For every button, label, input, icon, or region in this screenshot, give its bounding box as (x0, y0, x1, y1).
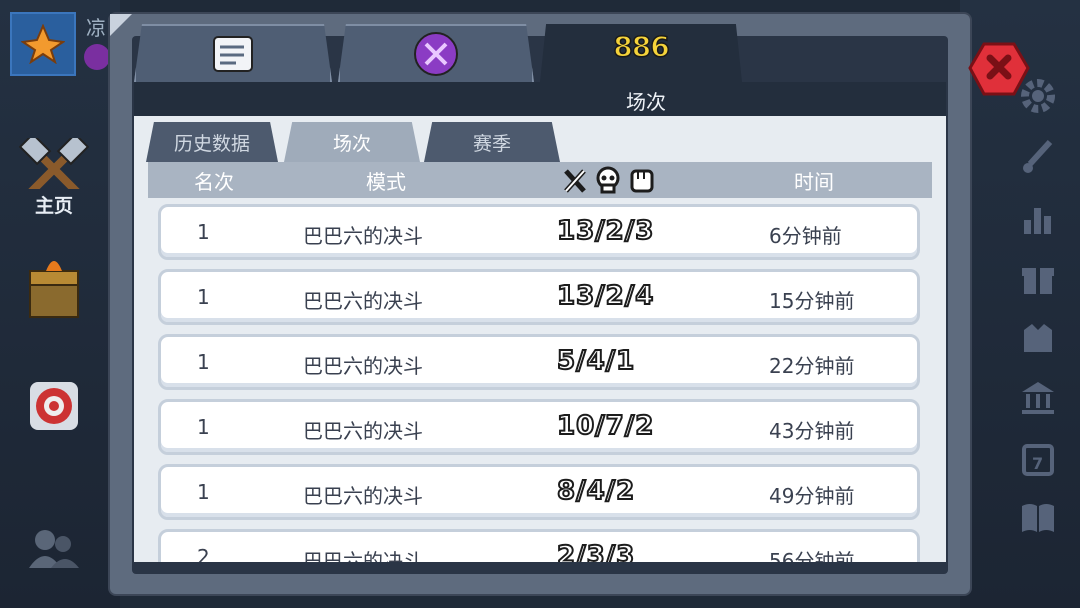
header-mode: 模式 (366, 170, 406, 194)
purple-shield-icon (414, 32, 458, 76)
table-row[interactable]: 1 巴巴六的决斗 10/7/2 43分钟前 (158, 399, 920, 455)
tab-matches[interactable]: 886 (540, 24, 742, 82)
row-time: 15分钟前 (769, 289, 855, 313)
brush-icon (1023, 139, 1053, 173)
crossed-hammers-icon (19, 138, 89, 189)
row-mode: 巴巴六的决斗 (303, 289, 423, 313)
subtab-season-label: 赛季 (472, 132, 511, 155)
panel-corner-decoration (110, 14, 132, 36)
row-kda: 8/4/2 (556, 475, 636, 507)
bank-icon (1022, 382, 1054, 414)
header-rank: 名次 (194, 170, 234, 194)
subtab-history[interactable]: 历史数据 (146, 122, 278, 162)
helmet-icon (1024, 324, 1052, 352)
row-rank: 2 (197, 545, 210, 562)
gift-icon (1022, 268, 1054, 294)
close-button[interactable] (968, 42, 1030, 98)
row-kda: 10/7/2 (556, 410, 655, 442)
subtab-season[interactable]: 赛季 (424, 122, 560, 162)
row-time: 49分钟前 (769, 484, 855, 508)
svg-text:7: 7 (1032, 454, 1043, 473)
clan-button[interactable] (1016, 316, 1060, 360)
row-kda: 5/4/1 (556, 345, 636, 377)
close-icon (968, 42, 1030, 96)
table-row[interactable]: 1 巴巴六的决斗 8/4/2 49分钟前 (158, 464, 920, 520)
nav-chest[interactable] (14, 248, 94, 328)
nav-home[interactable]: 主页 (14, 138, 94, 218)
customize-button[interactable] (1016, 134, 1060, 178)
tab-ranked[interactable] (338, 24, 534, 82)
avatar-emblem-icon (21, 24, 65, 64)
bank-button[interactable] (1016, 376, 1060, 420)
table-row[interactable]: 1 巴巴六的决斗 5/4/1 22分钟前 (158, 334, 920, 390)
match-list-area: 历史数据 场次 赛季 名次 模式 时间 1 巴巴六的决斗 13/2/3 6分钟前… (134, 116, 946, 562)
book-icon (1022, 504, 1054, 532)
scroll-icon (213, 36, 253, 72)
target-icon (30, 382, 78, 430)
row-kda: 13/2/4 (556, 280, 655, 312)
row-rank: 1 (197, 480, 210, 504)
axes-icon (564, 169, 586, 193)
page-title: 场次 (626, 90, 666, 114)
row-mode: 巴巴六的决斗 (303, 224, 423, 248)
table-row[interactable]: 1 巴巴六的决斗 13/2/4 15分钟前 (158, 269, 920, 325)
gift-button[interactable] (1016, 256, 1060, 300)
nav-home-label: 主页 (34, 195, 73, 217)
row-rank: 1 (197, 415, 210, 439)
row-mode: 巴巴六的决斗 (303, 354, 423, 378)
row-time: 6分钟前 (769, 224, 842, 248)
treasure-chest-icon (29, 261, 79, 318)
calendar-icon: 7 (1022, 444, 1054, 476)
player-badge-icon (84, 44, 110, 70)
player-avatar[interactable] (10, 12, 76, 76)
subtab-matches[interactable]: 场次 (284, 122, 420, 162)
row-rank: 1 (197, 285, 210, 309)
player-name: 凉 (86, 16, 106, 40)
kda-icons (564, 166, 654, 194)
row-mode: 巴巴六的决斗 (303, 549, 423, 562)
row-kda: 2/3/3 (556, 540, 636, 562)
subtab-matches-label: 场次 (332, 132, 371, 155)
row-time: 43分钟前 (769, 419, 855, 443)
table-row[interactable]: 2 巴巴六的决斗 2/3/3 56分钟前 (158, 529, 920, 562)
stats-button[interactable] (1016, 196, 1060, 240)
skull-icon (596, 166, 620, 194)
calendar-button[interactable]: 7 (1016, 436, 1060, 480)
bar-chart-icon (1024, 208, 1051, 234)
panel-title-bar: 场次 (134, 82, 946, 116)
fist-icon (630, 169, 654, 193)
friends-icon (29, 530, 79, 568)
row-mode: 巴巴六的决斗 (303, 419, 423, 443)
book-button[interactable] (1016, 496, 1060, 540)
subtab-history-label: 历史数据 (173, 132, 250, 155)
table-row[interactable]: 1 巴巴六的决斗 13/2/3 6分钟前 (158, 204, 920, 260)
row-time: 22分钟前 (769, 354, 855, 378)
header-time: 时间 (794, 170, 834, 194)
row-rank: 1 (197, 350, 210, 374)
match-count: 886 (613, 29, 671, 64)
header-kda (562, 165, 658, 200)
nav-target[interactable] (14, 366, 94, 446)
nav-friends[interactable] (14, 508, 94, 588)
table-header: 名次 模式 时间 (148, 162, 932, 198)
row-mode: 巴巴六的决斗 (303, 484, 423, 508)
tab-records[interactable] (134, 24, 332, 82)
row-time: 56分钟前 (769, 549, 855, 562)
row-kda: 13/2/3 (556, 215, 655, 247)
row-rank: 1 (197, 220, 210, 244)
